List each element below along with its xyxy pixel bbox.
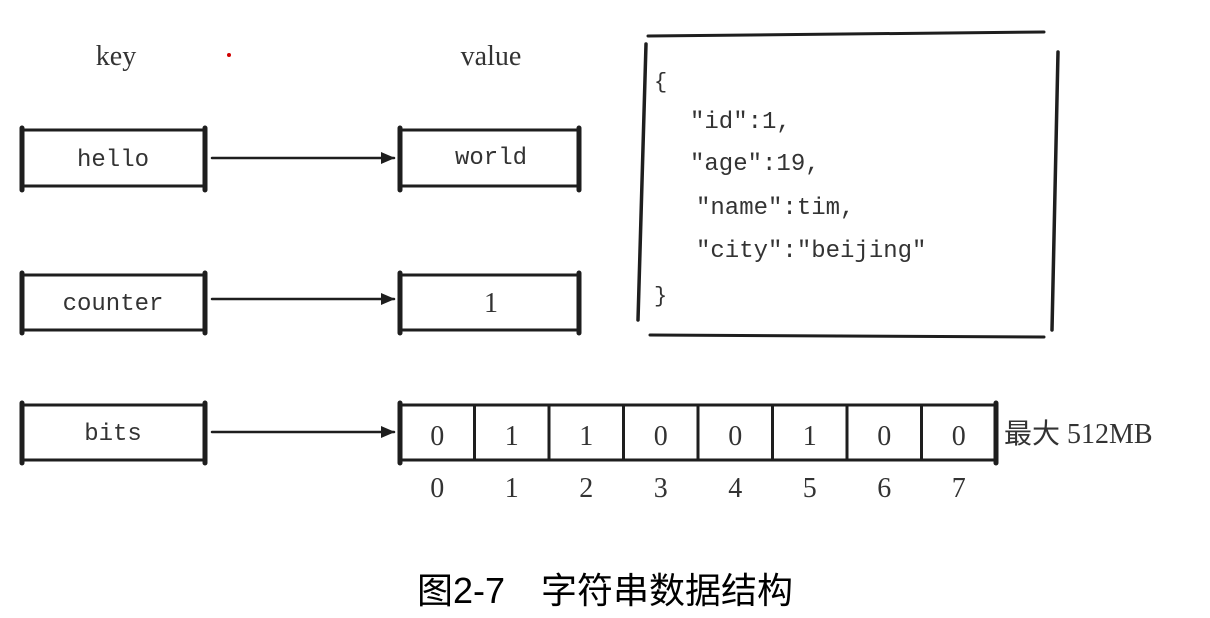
bit-index: 7: [952, 473, 966, 504]
bit-value: 0: [430, 421, 444, 452]
bit-index: 5: [803, 473, 817, 504]
bit-index: 3: [654, 473, 668, 504]
json-line: "id":1,: [690, 109, 791, 136]
row-hello: hello world: [19, 125, 582, 193]
bit-value: 0: [654, 421, 668, 452]
json-line: "name":tim,: [696, 195, 854, 222]
bit-value: 0: [877, 421, 891, 452]
bit-value: 0: [952, 421, 966, 452]
key-label-counter: counter: [63, 291, 164, 318]
figure-caption: 图2-7 字符串数据结构: [417, 570, 793, 611]
json-line: "city":"beijing": [696, 238, 926, 265]
key-label-hello: hello: [77, 147, 149, 174]
bit-value: 1: [803, 421, 817, 452]
json-line: }: [654, 284, 667, 309]
bit-value: 1: [579, 421, 593, 452]
value-label-world: world: [455, 145, 527, 172]
value-column-header: value: [461, 41, 522, 72]
value-label-one: 1: [484, 288, 498, 319]
json-document-box: { "id":1, "age":19, "name":tim, "city":"…: [636, 30, 1060, 339]
bit-index: 4: [728, 473, 742, 504]
bit-value: 1: [505, 421, 519, 452]
string-structure-diagram: key value hello world counter 1 bits 0 0 1…: [19, 30, 1153, 611]
bit-index: 0: [430, 473, 444, 504]
bit-array-size-limit: 最大 512MB: [1004, 418, 1153, 450]
bit-index: 2: [579, 473, 593, 504]
row-counter: counter 1: [19, 270, 582, 336]
stray-dot: [227, 53, 231, 57]
bit-index: 1: [505, 473, 519, 504]
key-column-header: key: [96, 41, 136, 72]
bit-value: 0: [728, 421, 742, 452]
bit-index: 6: [877, 473, 891, 504]
key-label-bits: bits: [84, 421, 142, 448]
row-bits: bits 0 0 1 1 1 2 0 3 0 4 1 5 0 6 0 7 最大 512MB: [19, 400, 1153, 504]
json-line: {: [654, 70, 667, 95]
json-line: "age":19,: [690, 151, 820, 178]
bit-array: 0 0 1 1 1 2 0 3 0 4 1 5 0 6 0 7: [397, 400, 999, 504]
